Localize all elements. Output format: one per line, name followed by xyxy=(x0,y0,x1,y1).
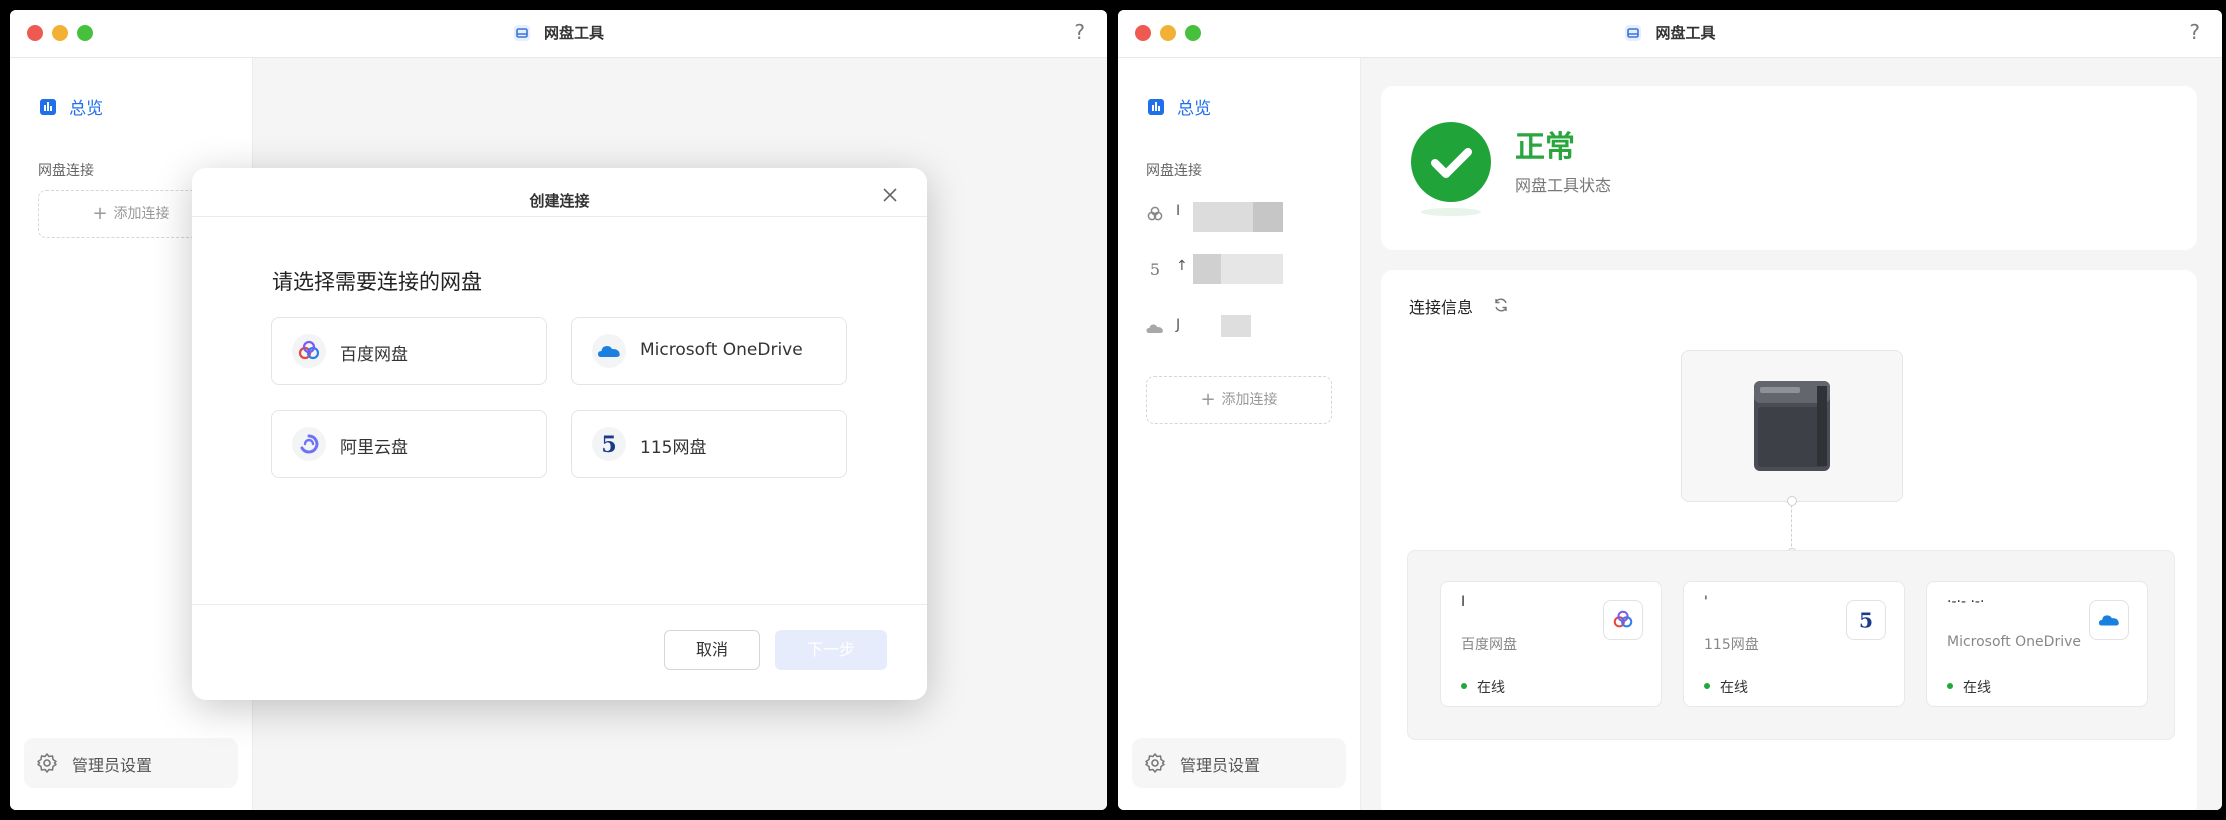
sidebar-connection-baidu[interactable]: I xyxy=(1146,199,1296,232)
onedrive-icon xyxy=(592,334,626,368)
connection-type: 115网盘 xyxy=(1704,637,1759,653)
admin-settings-button[interactable]: 管理员设置 xyxy=(1132,738,1346,788)
connection-info-card: 连接信息 I 百度网盘 在线 ' 115网盘 在线 5 ·-·- ·-· Mic… xyxy=(1381,270,2197,810)
connection-name: ↑ xyxy=(1176,258,1188,274)
right-window: 网盘工具 ? 总览 网盘连接 I 5 ↑ J + 添加连接 管理员设置 正常 网… xyxy=(1118,10,2222,810)
svg-text:5: 5 xyxy=(601,432,616,456)
gear-icon xyxy=(1145,753,1165,773)
option-aliyun[interactable]: 阿里云盘 xyxy=(271,410,547,478)
admin-settings-button[interactable]: 管理员设置 xyxy=(24,738,238,788)
onedrive-icon xyxy=(2089,600,2129,640)
window-title: 网盘工具 xyxy=(10,22,1107,44)
title-bar: 网盘工具 ? xyxy=(1118,10,2222,58)
main-content: 正常 网盘工具状态 连接信息 I 百度网盘 在线 ' 115网盘 在线 5 ·-… xyxy=(1361,58,2222,810)
svg-text:5: 5 xyxy=(1859,609,1873,631)
connection-status: 在线 xyxy=(1720,680,1748,696)
redacted-name xyxy=(1221,315,1251,337)
connection-type: Microsoft OneDrive xyxy=(1947,634,2081,650)
redacted-name xyxy=(1221,254,1283,284)
sidebar-item-label: 总览 xyxy=(1177,99,1212,119)
window-title-text: 网盘工具 xyxy=(1655,24,1716,42)
sidebar-item-label: 总览 xyxy=(69,99,104,119)
baidu-cloud-icon xyxy=(292,334,326,368)
connection-name: ·-·- ·-· xyxy=(1947,594,1985,610)
baidu-cloud-icon xyxy=(1603,600,1643,640)
connection-info-title: 连接信息 xyxy=(1409,298,1474,317)
online-dot-icon xyxy=(1461,683,1467,689)
115-drive-icon: 5 xyxy=(592,427,626,461)
connection-name: J xyxy=(1176,317,1181,333)
divider xyxy=(192,604,927,605)
plus-icon: + xyxy=(92,203,108,224)
redacted-name xyxy=(1193,202,1253,232)
connection-type: 百度网盘 xyxy=(1461,637,1517,653)
online-dot-icon xyxy=(1704,683,1710,689)
connection-name: I xyxy=(1461,594,1466,610)
option-115[interactable]: 5 115网盘 xyxy=(571,410,847,478)
window-title-text: 网盘工具 xyxy=(544,24,605,42)
sidebar-connection-onedrive[interactable]: J xyxy=(1146,313,1296,343)
connection-status: 在线 xyxy=(1963,680,1991,696)
section-label-connections: 网盘连接 xyxy=(38,163,94,179)
section-label-connections: 网盘连接 xyxy=(1146,163,1202,179)
overview-icon xyxy=(40,98,56,115)
plus-icon: + xyxy=(1200,389,1216,410)
baidu-cloud-icon xyxy=(1147,206,1163,221)
nas-device xyxy=(1681,350,1903,502)
option-baidu[interactable]: 百度网盘 xyxy=(271,317,547,385)
status-subtitle: 网盘工具状态 xyxy=(1515,176,1612,195)
sidebar-item-overview[interactable]: 总览 xyxy=(1148,94,1212,119)
connector-dot xyxy=(1787,496,1797,506)
online-dot-icon xyxy=(1947,683,1953,689)
redacted-name xyxy=(1193,254,1221,284)
aliyun-drive-icon xyxy=(292,427,326,461)
refresh-icon[interactable] xyxy=(1493,297,1509,313)
window-title: 网盘工具 xyxy=(1118,22,2222,44)
connection-name: ' xyxy=(1704,594,1708,610)
115-drive-icon: 5 xyxy=(1846,600,1886,640)
gear-icon xyxy=(37,753,57,773)
115-drive-icon: 5 xyxy=(1150,260,1160,278)
status-title: 正常 xyxy=(1515,130,1575,165)
overview-icon xyxy=(1148,98,1164,115)
dialog-title: 创建连接 xyxy=(529,192,590,210)
divider xyxy=(192,216,927,217)
svg-text:5: 5 xyxy=(1150,260,1160,278)
shadow xyxy=(1421,208,1481,216)
success-check-icon xyxy=(1411,122,1491,202)
left-window: 网盘工具 ? 总览 网盘连接 + 添加连接 管理员设置 创建连接 请选择需要连接… xyxy=(10,10,1107,810)
connections-tray: I 百度网盘 在线 ' 115网盘 在线 5 ·-·- ·-· Microsof… xyxy=(1407,550,2175,740)
title-bar: 网盘工具 ? xyxy=(10,10,1107,58)
connection-card-onedrive[interactable]: ·-·- ·-· Microsoft OneDrive 在线 xyxy=(1926,581,2148,707)
status-card: 正常 网盘工具状态 xyxy=(1381,86,2197,250)
cancel-button[interactable]: 取消 xyxy=(664,630,760,670)
close-icon[interactable] xyxy=(879,184,901,206)
sidebar-item-overview[interactable]: 总览 xyxy=(40,94,104,119)
add-connection-button[interactable]: + 添加连接 xyxy=(1146,376,1332,424)
redacted-name xyxy=(1253,202,1283,232)
help-icon[interactable]: ? xyxy=(2189,20,2200,44)
sidebar: 总览 网盘连接 I 5 ↑ J + 添加连接 管理员设置 xyxy=(1118,58,1361,810)
connection-card-115[interactable]: ' 115网盘 在线 5 xyxy=(1683,581,1905,707)
app-icon xyxy=(513,24,530,41)
create-connection-dialog: 创建连接 请选择需要连接的网盘 百度网盘 Microsoft OneDrive … xyxy=(192,168,927,700)
connection-card-baidu[interactable]: I 百度网盘 在线 xyxy=(1440,581,1662,707)
nas-device-icon xyxy=(1754,381,1830,471)
onedrive-cloud-icon xyxy=(1146,324,1163,333)
connection-name: I xyxy=(1176,203,1181,219)
help-icon[interactable]: ? xyxy=(1074,20,1085,44)
next-button[interactable]: 下一步 xyxy=(775,630,887,670)
option-onedrive[interactable]: Microsoft OneDrive xyxy=(571,317,847,385)
app-icon xyxy=(1625,24,1642,41)
connection-status: 在线 xyxy=(1477,680,1505,696)
dialog-heading: 请选择需要连接的网盘 xyxy=(272,270,482,294)
sidebar-connection-115[interactable]: 5 ↑ xyxy=(1146,254,1296,284)
